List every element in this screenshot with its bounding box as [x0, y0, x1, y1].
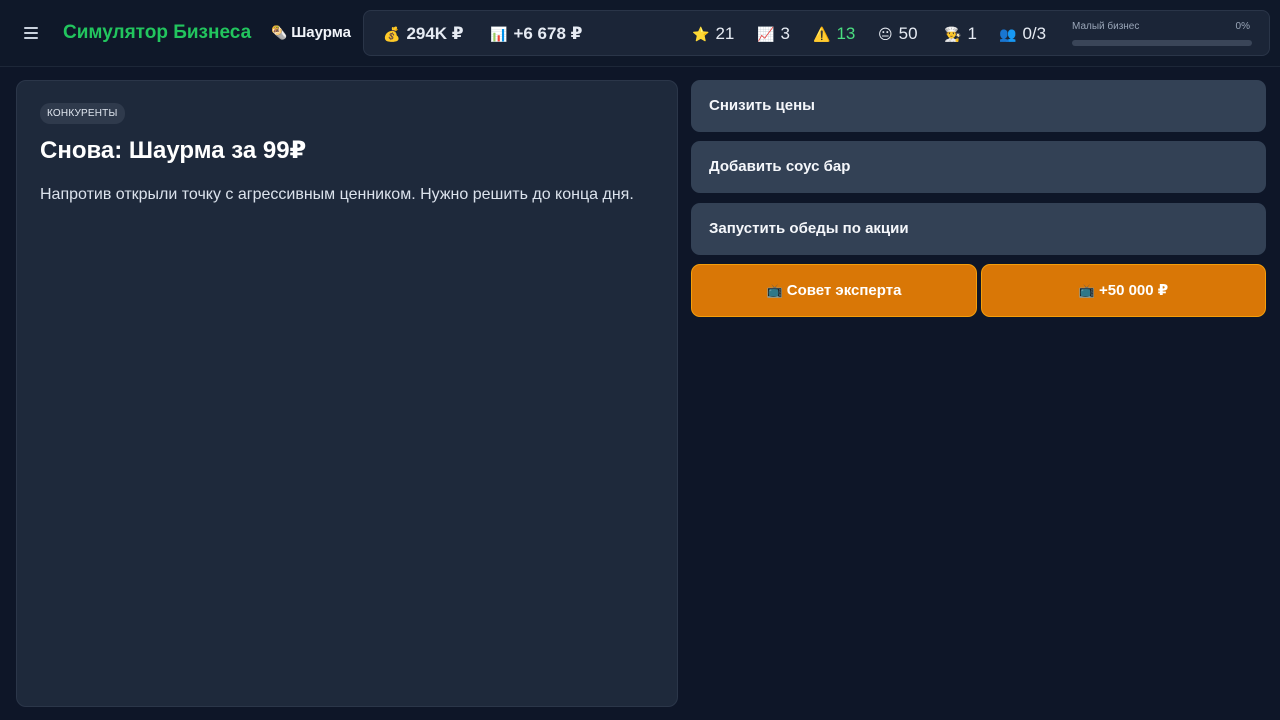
warnings-value: 13	[836, 24, 856, 43]
stat-growth: 📈 3	[757, 24, 790, 44]
choice-lunch-promo-button[interactable]: Запустить обеды по акции	[691, 203, 1266, 255]
tv-icon: 📺	[766, 283, 783, 298]
money-bag-icon: 💰	[383, 26, 401, 42]
event-title: Снова: Шаурма за 99₽	[40, 137, 307, 164]
level-progress-bar	[1072, 40, 1252, 46]
expert-advice-label: Совет эксперта	[786, 282, 902, 299]
stat-income: 📊 +6 678 ₽	[490, 24, 582, 44]
people-icon: 👥	[999, 26, 1017, 42]
business-name: 🌯 Шаурма	[271, 24, 351, 41]
money-value: 294K ₽	[406, 24, 464, 43]
level-percent: 0%	[1235, 21, 1250, 32]
stat-money: 💰 294K ₽	[383, 24, 464, 44]
cook-icon: 👨‍🍳	[944, 26, 962, 42]
stat-warnings: ⚠️ 13	[813, 24, 855, 44]
neutral-face-icon: 😐	[878, 26, 893, 42]
menu-icon[interactable]	[24, 27, 38, 39]
team-value: 0/3	[1022, 24, 1047, 43]
income-value: +6 678 ₽	[513, 24, 583, 43]
bar-chart-icon: 📊	[490, 26, 508, 42]
event-description: Напротив открыли точку с агрессивным цен…	[40, 186, 634, 203]
choice-sauce-bar-button[interactable]: Добавить соус бар	[691, 141, 1266, 193]
choice-lower-prices-button[interactable]: Снизить цены	[691, 80, 1266, 132]
top-bar: Симулятор Бизнеса 🌯 Шаурма 💰 294K ₽ 📊 +6 67…	[0, 0, 1280, 67]
star-icon: ⭐	[692, 26, 710, 42]
level-label: Малый бизнес	[1072, 21, 1140, 32]
growth-value: 3	[780, 24, 790, 43]
rating-value: 21	[715, 24, 735, 43]
stats-panel: 💰 294K ₽ 📊 +6 678 ₽ ⭐ 21 📈 3 ⚠️ 13 😐 50 👨‍🍳 1 👥…	[363, 10, 1270, 56]
event-category-tag: КОНКУРЕНТЫ	[40, 103, 125, 124]
warning-icon: ⚠️	[813, 26, 831, 42]
trend-up-icon: 📈	[757, 26, 775, 42]
app-title: Симулятор Бизнеса	[63, 22, 252, 43]
bonus-money-button[interactable]: 📺 +50 000 ₽	[981, 264, 1266, 317]
staff-value: 1	[967, 24, 977, 43]
tv-icon: 📺	[1078, 283, 1095, 298]
bonus-money-label: +50 000 ₽	[1098, 282, 1169, 299]
stat-staff: 👨‍🍳 1	[944, 24, 977, 44]
event-card: КОНКУРЕНТЫ Снова: Шаурма за 99₽ Напротив…	[16, 80, 678, 707]
mood-value: 50	[898, 24, 918, 43]
stat-rating: ⭐ 21	[692, 24, 734, 44]
stat-mood: 😐 50	[878, 24, 918, 44]
expert-advice-button[interactable]: 📺 Совет эксперта	[691, 264, 977, 317]
stat-team: 👥 0/3	[999, 24, 1046, 44]
business-name-label: Шаурма	[291, 24, 351, 41]
burrito-icon: 🌯	[271, 25, 288, 40]
